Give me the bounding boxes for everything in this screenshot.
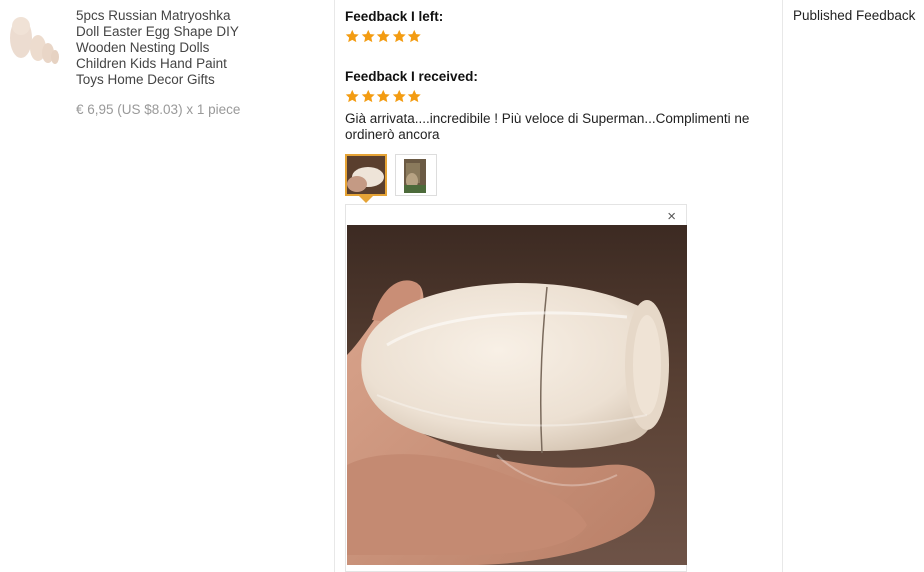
nesting-dolls-image: [8, 8, 60, 66]
star-icon: [407, 29, 422, 44]
doll-photo-thumbnail-icon: [396, 155, 436, 195]
close-icon[interactable]: ×: [667, 209, 676, 225]
egg-photo-thumbnail-icon: [347, 156, 385, 194]
star-icon: [376, 89, 391, 104]
photo-thumbnail-2[interactable]: [395, 154, 437, 196]
feedback-left-block: Feedback I left:: [345, 9, 775, 45]
product-price: € 6,95 (US $8.03) x 1 piece: [76, 102, 241, 117]
star-icon: [392, 89, 407, 104]
star-icon: [345, 29, 360, 44]
column-divider: [334, 0, 335, 572]
egg-in-hand-photo: [347, 225, 687, 565]
photo-thumbnails: [345, 154, 437, 196]
feedback-left-heading: Feedback I left:: [345, 9, 444, 24]
enlarged-photo: [347, 225, 687, 565]
feedback-section: Feedback I left: Feedback I received: Gi…: [345, 9, 775, 572]
photo-viewer: ×: [345, 204, 687, 572]
feedback-received-block: Feedback I received: Già arrivata....inc…: [345, 69, 775, 143]
product-thumbnail[interactable]: [8, 8, 60, 66]
product-title-link[interactable]: 5pcs Russian Matryoshka Doll Easter Egg …: [76, 8, 256, 88]
feedback-left-rating: [345, 29, 775, 45]
star-icon: [407, 89, 422, 104]
feedback-comment: Già arrivata....incredibile ! Più veloce…: [345, 111, 750, 142]
star-icon: [361, 89, 376, 104]
star-icon: [345, 89, 360, 104]
column-divider: [782, 0, 783, 572]
star-icon: [392, 29, 407, 44]
feedback-received-rating: [345, 89, 775, 105]
photo-thumbnail-1[interactable]: [345, 154, 387, 196]
star-icon: [376, 29, 391, 44]
feedback-status: Published Feedback: [793, 8, 916, 23]
star-icon: [361, 29, 376, 44]
feedback-received-heading: Feedback I received:: [345, 69, 478, 84]
selected-photo-indicator: [359, 196, 373, 203]
